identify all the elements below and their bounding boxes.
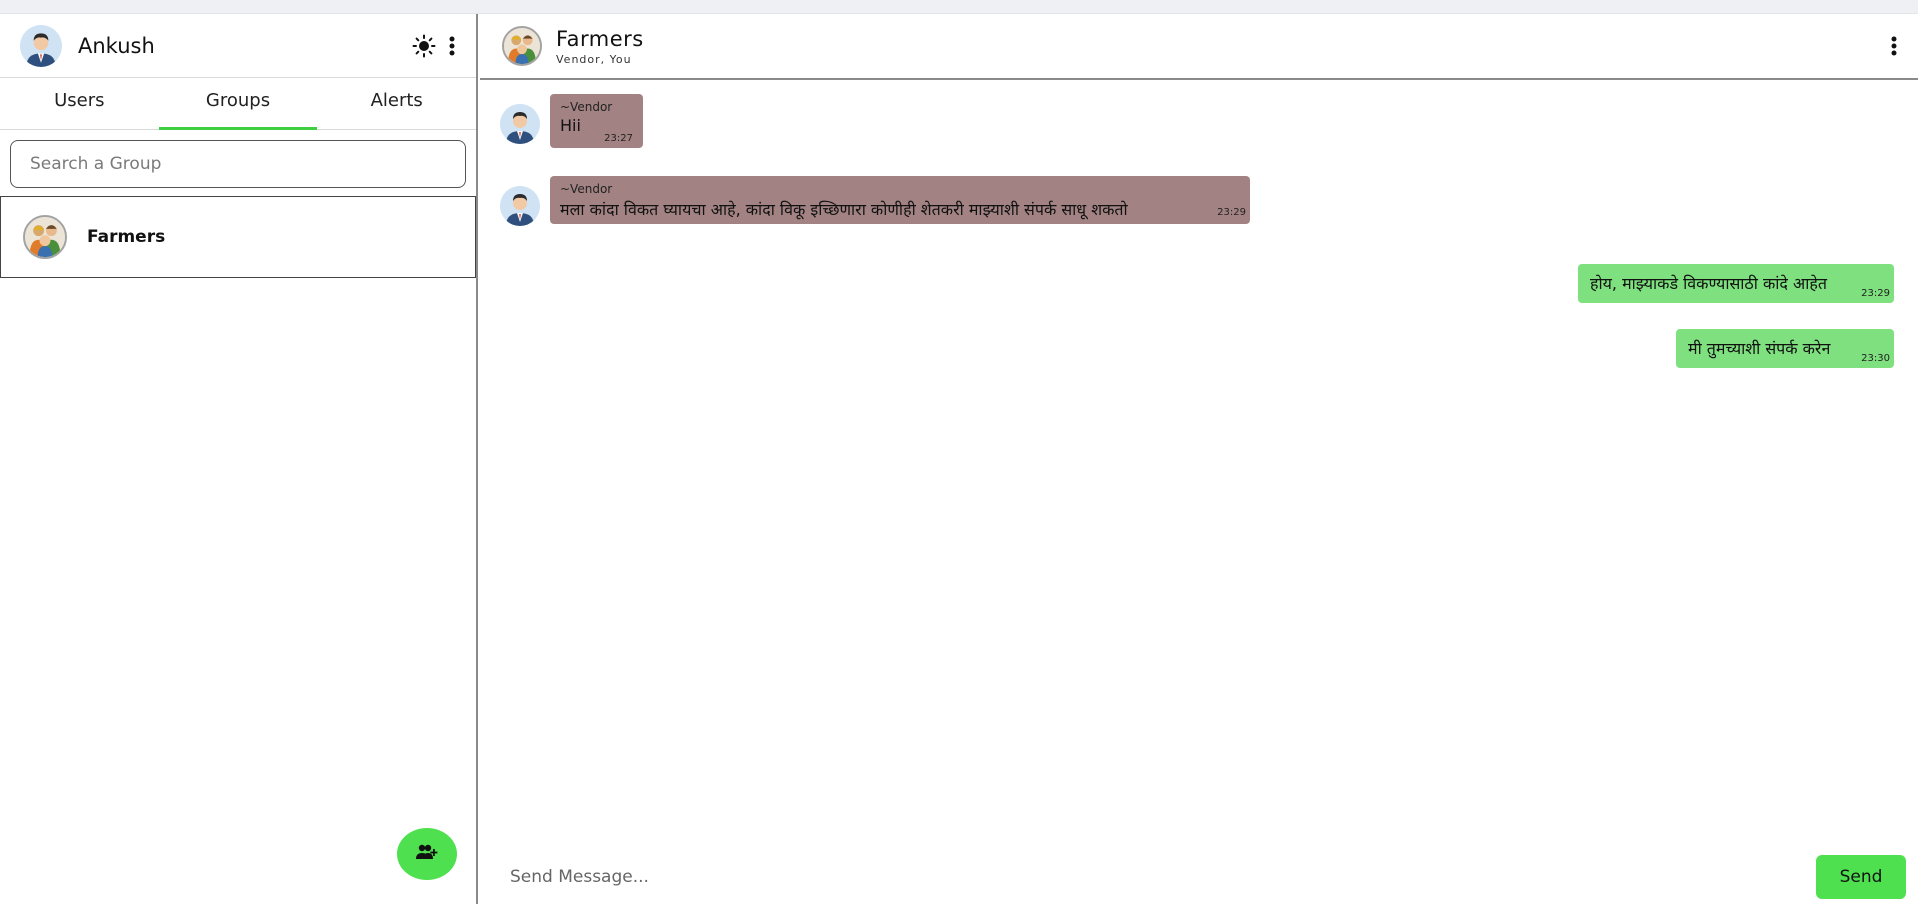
add-group-button[interactable] — [397, 828, 457, 880]
user-avatar[interactable] — [20, 24, 62, 67]
browser-top-strip — [0, 0, 1918, 14]
group-search-input[interactable] — [10, 140, 466, 188]
add-group-icon — [416, 843, 438, 865]
message-list: ~Vendor Hii 23:27 ~Vendor मला कांदा विकत — [480, 80, 1918, 850]
sidebar-header-actions — [412, 34, 456, 58]
message-time: 23:29 — [1217, 207, 1246, 218]
search-wrapper — [0, 130, 476, 196]
send-button[interactable]: Send — [1816, 855, 1906, 899]
outgoing-message-bubble[interactable]: होय, माझ्याकडे विकण्यासाठी कांदे आहेत 23… — [1578, 264, 1894, 303]
message-composer: Send — [480, 850, 1918, 904]
tab-groups[interactable]: Groups — [158, 78, 318, 130]
message-bubble[interactable]: ~Vendor Hii 23:27 — [550, 94, 643, 148]
message-bubble[interactable]: ~Vendor मला कांदा विकत घ्यायचा आहे, कांद… — [550, 176, 1250, 224]
message-sender: ~Vendor — [560, 100, 613, 114]
group-name: Farmers — [87, 227, 166, 247]
chat-panel: Farmers Vendor, You ~Vendor Hii 23:27 ~V… — [480, 14, 1918, 904]
message-text: मला कांदा विकत घ्यायचा आहे, कांदा विकू इ… — [560, 200, 1128, 219]
chat-members: Vendor, You — [556, 52, 632, 66]
message-sender: ~Vendor — [560, 182, 613, 196]
incoming-message: ~Vendor Hii 23:27 — [500, 94, 643, 148]
chat-header: Farmers Vendor, You — [480, 14, 1918, 80]
sender-avatar — [500, 104, 540, 144]
more-options-icon[interactable] — [448, 34, 456, 58]
sender-avatar — [500, 186, 540, 226]
sidebar: Ankush Users Groups Alerts Search a Grou… — [0, 14, 478, 904]
group-list-item[interactable]: Farmers — [0, 196, 476, 278]
user-name: Ankush — [78, 33, 155, 58]
incoming-message: ~Vendor मला कांदा विकत घ्यायचा आहे, कांद… — [500, 176, 1250, 226]
chat-title-block: Farmers Vendor, You — [556, 27, 644, 66]
message-text: मी तुमच्याशी संपर्क करेन — [1688, 339, 1831, 358]
tab-alerts[interactable]: Alerts — [317, 78, 476, 129]
group-avatar — [23, 215, 67, 259]
message-input[interactable] — [510, 855, 1816, 899]
message-text: होय, माझ्याकडे विकण्यासाठी कांदे आहेत — [1590, 274, 1827, 293]
tab-users[interactable]: Users — [0, 78, 159, 129]
chat-more-options-icon[interactable] — [1890, 34, 1898, 58]
theme-toggle-sun-icon[interactable] — [412, 34, 436, 58]
sidebar-tabs: Users Groups Alerts — [0, 78, 476, 130]
chat-group-avatar[interactable] — [502, 26, 542, 66]
chat-title: Farmers — [556, 26, 644, 51]
sidebar-header: Ankush — [0, 14, 476, 78]
outgoing-message-bubble[interactable]: मी तुमच्याशी संपर्क करेन 23:30 — [1676, 329, 1894, 368]
